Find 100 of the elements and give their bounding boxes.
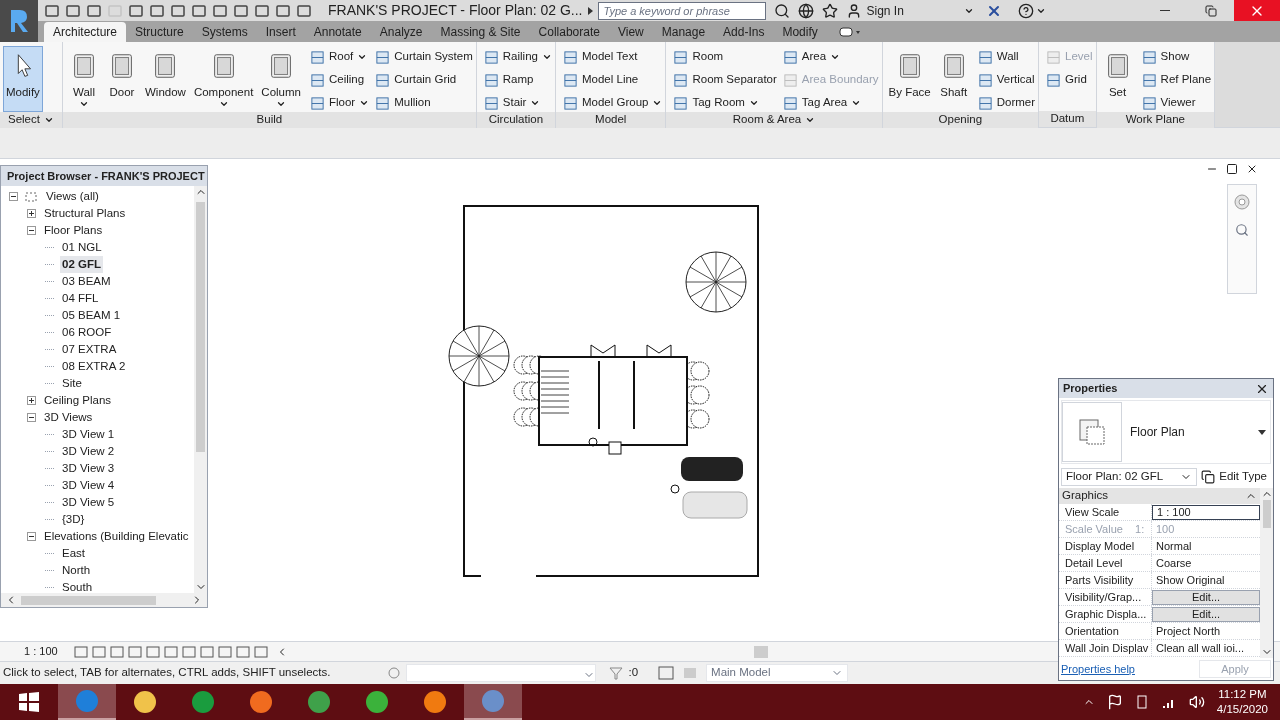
tree-item[interactable]: Elevations (Building Elevatic [42,527,191,546]
scrollbar[interactable] [1,593,207,607]
view-scale[interactable]: 1 : 100 [24,643,58,660]
ribbon-tab[interactable]: Systems [192,22,257,42]
view-control-icon[interactable] [73,645,88,658]
list-icon[interactable] [658,666,675,680]
ribbon-tab[interactable]: Annotate [304,22,371,42]
ribbon-large-button[interactable]: Wall [65,46,102,112]
collapse-toggle[interactable] [27,413,36,422]
panel-title[interactable]: Select [0,112,62,128]
tree-item[interactable]: 05 BEAM 1 [60,306,123,325]
ribbon-large-button[interactable]: Set [1099,46,1136,112]
tree-item[interactable]: 3D View 4 [60,476,117,495]
ribbon-button[interactable]: Curtain Grid [375,71,473,89]
battery-icon[interactable] [1134,694,1149,710]
ribbon-tab[interactable]: Add-Ins [714,22,774,42]
tree-item[interactable]: 3D View 5 [60,493,117,512]
close-icon[interactable] [1246,163,1258,175]
ribbon-button[interactable]: Curtain System [375,48,473,66]
tree-item[interactable]: 3D Views [42,408,95,427]
flag-icon[interactable] [1106,694,1123,710]
scrollbar-thumb[interactable] [753,645,768,658]
ribbon-button[interactable]: Vertical [977,71,1036,89]
volume-icon[interactable] [1188,694,1205,710]
collapse-toggle[interactable] [27,226,36,235]
ribbon-button[interactable]: Stair [483,94,552,112]
view-control-icon[interactable] [163,645,178,658]
tree-item[interactable]: Site [60,374,84,393]
ribbon-button[interactable]: Wall [977,48,1036,66]
clock[interactable]: 11:12 PM 4/15/2020 [1216,687,1268,717]
ribbon-large-button[interactable]: Component [190,46,257,112]
search-field[interactable]: Type a keyword or phrase [598,1,767,20]
star-icon[interactable] [822,2,839,19]
panel-title[interactable]: Room & Area [666,112,882,128]
scrollbar-thumb[interactable] [196,202,205,452]
ribbon-button[interactable]: Floor [310,94,370,112]
view-control-icon[interactable] [199,645,214,658]
tree-item[interactable]: 03 BEAM [60,272,113,291]
collapse-toggle[interactable] [27,532,36,541]
ribbon-button[interactable]: Model Line [562,71,663,89]
tree-item[interactable]: 02 GFL [60,255,103,274]
ribbon-tab[interactable]: View [608,22,653,42]
ribbon-button[interactable]: Tag Area [782,94,879,112]
ribbon-tab[interactable]: Structure [126,22,193,42]
tree-item[interactable]: 04 FFL [60,289,101,308]
ribbon-tab[interactable]: Collaborate [529,22,609,42]
tree-item[interactable]: 06 ROOF [60,323,114,342]
ribbon-tab[interactable]: Modify [773,22,827,42]
tree-item[interactable]: 3D View 3 [60,459,117,478]
scrollbar-thumb[interactable] [1262,500,1271,528]
view-control-icon[interactable] [109,645,124,658]
properties-help-link[interactable]: Properties help [1061,660,1135,678]
tree-item[interactable]: Structural Plans [42,204,128,223]
tree-item[interactable]: Views (all) [44,187,101,206]
tree-item[interactable]: 07 EXTRA [60,340,119,359]
ribbon-tab[interactable]: Analyze [370,22,432,42]
tree-item[interactable]: Ceiling Plans [42,391,114,410]
ribbon-button[interactable]: Room [673,48,777,66]
ribbon-button[interactable]: Grid [1046,71,1093,89]
expand-toggle[interactable] [27,396,36,405]
view-control-icon[interactable] [91,645,106,658]
ribbon-button[interactable]: Tag Room [673,94,777,112]
help-icon[interactable] [1017,2,1034,19]
ribbon-button[interactable]: Model Group [562,94,663,112]
tree-item[interactable]: {3D} [60,510,87,529]
ribbon-tab[interactable]: Architecture [44,22,127,42]
ribbon-button[interactable]: Dormer [977,94,1036,112]
collapse-toggle[interactable] [9,192,18,201]
tree-item[interactable]: South [60,578,95,593]
ribbon-button[interactable]: Model Text [562,48,663,66]
tree-item[interactable]: North [60,561,93,580]
tree-item[interactable]: 3D View 2 [60,442,117,461]
ribbon-button[interactable]: Room Separator [673,71,777,89]
ribbon-tab[interactable]: Insert [256,22,305,42]
edit-button[interactable]: Edit... [1152,589,1260,605]
search-icon[interactable] [774,2,791,19]
instance-dropdown[interactable]: Floor Plan: 02 GFL [1061,468,1198,486]
restore-icon[interactable] [1226,163,1238,175]
ribbon-button[interactable]: Ceiling [310,71,370,89]
globe-icon[interactable] [798,2,815,19]
ribbon-large-button[interactable]: Shaft [935,46,972,112]
edit-type-button[interactable]: Edit Type [1201,468,1271,486]
worksets-icon[interactable] [386,665,403,681]
view-control-icon[interactable] [217,645,232,658]
ribbon-button[interactable]: Ramp [483,71,552,89]
ribbon-large-button[interactable]: By Face [885,46,934,112]
property-value-field[interactable]: 1 : 100 [1152,504,1260,520]
ribbon-tab[interactable]: Massing & Site [431,22,530,42]
ribbon-toggle-icon[interactable] [838,26,861,38]
ribbon-tab[interactable]: Manage [652,22,715,42]
ribbon-button[interactable]: Mullion [375,94,473,112]
tree-item[interactable]: East [60,544,87,563]
view-control-icon[interactable] [127,645,142,658]
ribbon-large-button[interactable]: Column [258,46,304,112]
tree-item[interactable]: 3D View 1 [60,425,117,444]
edit-button[interactable]: Edit... [1152,606,1260,622]
view-control-icon[interactable] [145,645,160,658]
tree-item[interactable]: Floor Plans [42,221,105,240]
application-menu-button[interactable] [0,0,38,42]
view-control-icon[interactable] [253,645,268,658]
